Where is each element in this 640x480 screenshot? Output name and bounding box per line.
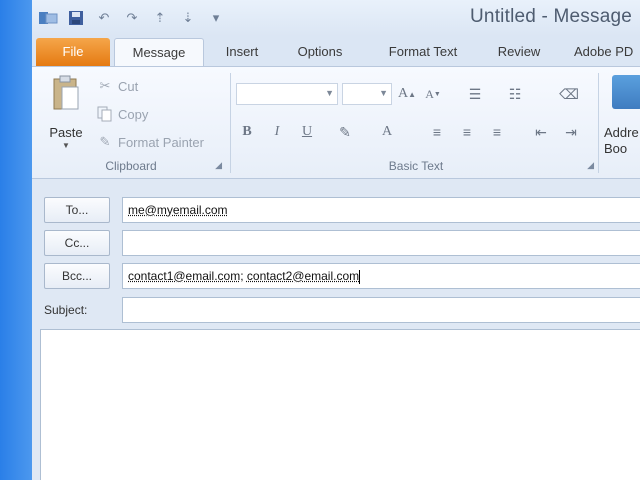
up-arrow-icon[interactable]: ⇡ — [148, 6, 172, 30]
quick-access-toolbar: ↶ ↷ ⇡ ⇣ ▾ — [36, 6, 228, 30]
font-color-icon[interactable]: A — [376, 121, 398, 143]
down-arrow-icon[interactable]: ⇣ — [176, 6, 200, 30]
redo-icon[interactable]: ↷ — [120, 6, 144, 30]
address-book-icon — [612, 75, 640, 109]
customize-toolbar-icon[interactable]: ▾ — [204, 6, 228, 30]
font-name-combo[interactable]: ▼ — [236, 83, 338, 105]
paste-icon — [53, 75, 79, 110]
address-book-label-line1: Addre — [604, 125, 639, 140]
cc-field[interactable] — [122, 230, 640, 256]
clipboard-group: Paste ▼ ✂ Cut Copy ✎ Format Painter Clip… — [36, 71, 226, 175]
tab-options[interactable]: Options — [288, 38, 352, 66]
highlight-icon[interactable]: ✎ — [334, 121, 356, 143]
chevron-down-icon: ▼ — [379, 88, 388, 98]
decrease-indent-icon[interactable]: ⇤ — [530, 121, 552, 143]
bcc-address-2[interactable]: contact2@email.com — [247, 269, 359, 283]
to-button[interactable]: To... — [44, 197, 110, 223]
outlook-app-icon[interactable] — [36, 6, 60, 30]
basic-text-dialog-launcher-icon[interactable]: ◢ — [587, 160, 594, 171]
group-divider — [598, 73, 599, 173]
tab-adobe-pdf[interactable]: Adobe PD — [574, 38, 640, 66]
window-title: Untitled - Message — [470, 6, 633, 27]
text-cursor — [359, 269, 361, 284]
format-painter-label: Format Painter — [118, 134, 204, 150]
save-icon[interactable] — [64, 6, 88, 30]
paintbrush-icon: ✎ — [99, 134, 111, 149]
chevron-down-icon: ▼ — [325, 88, 334, 98]
grow-font-icon[interactable]: A ▲ — [396, 83, 418, 105]
italic-icon[interactable]: I — [266, 121, 288, 143]
tab-file[interactable]: File — [36, 38, 110, 66]
title-bar: ↶ ↷ ⇡ ⇣ ▾ Untitled - Message — [32, 0, 640, 36]
message-window: ↶ ↷ ⇡ ⇣ ▾ Untitled - Message File Messag… — [32, 0, 640, 480]
copy-label: Copy — [118, 106, 149, 122]
address-book-label: Addre Boo — [604, 125, 640, 157]
font-size-combo[interactable]: ▼ — [342, 83, 392, 105]
align-right-icon[interactable]: ≡ — [486, 121, 508, 143]
clipboard-dialog-launcher-icon[interactable]: ◢ — [215, 160, 222, 171]
undo-icon[interactable]: ↶ — [92, 6, 116, 30]
tab-message[interactable]: Message — [114, 38, 204, 67]
subject-field[interactable] — [122, 297, 640, 323]
to-address[interactable]: me@myemail.com — [128, 203, 228, 217]
paste-button[interactable]: Paste ▼ — [44, 73, 88, 150]
clipboard-group-label: Clipboard — [105, 159, 157, 173]
paste-label: Paste — [49, 125, 83, 140]
message-body[interactable] — [40, 329, 640, 480]
copy-icon — [96, 105, 114, 123]
bcc-button[interactable]: Bcc... — [44, 263, 110, 289]
ribbon: Paste ▼ ✂ Cut Copy ✎ Format Painter Clip… — [32, 66, 640, 180]
align-center-icon[interactable]: ≡ — [456, 121, 478, 143]
tab-insert[interactable]: Insert — [216, 38, 268, 66]
align-left-icon[interactable]: ≡ — [426, 121, 448, 143]
bcc-field[interactable]: contact1@email.com; contact2@email.com — [122, 263, 640, 289]
underline-icon[interactable]: U — [296, 121, 318, 143]
cut-label: Cut — [118, 78, 139, 94]
bcc-separator: ; — [240, 269, 244, 283]
address-book-button[interactable]: Addre Boo — [602, 71, 640, 175]
to-field[interactable]: me@myemail.com — [122, 197, 640, 223]
increase-indent-icon[interactable]: ⇥ — [560, 121, 582, 143]
cc-button[interactable]: Cc... — [44, 230, 110, 256]
subject-label: Subject: — [44, 303, 88, 317]
bold-icon[interactable]: B — [236, 121, 258, 143]
basic-text-group-label: Basic Text — [388, 159, 444, 173]
cut-button[interactable]: ✂ Cut — [96, 75, 139, 97]
address-book-label-line2: Boo — [604, 141, 628, 156]
shrink-font-icon[interactable]: A ▼ — [422, 83, 444, 105]
group-divider — [230, 73, 231, 173]
tab-format-text[interactable]: Format Text — [380, 38, 466, 66]
clear-formatting-icon[interactable]: ⌫ — [558, 83, 580, 105]
bcc-address-1[interactable]: contact1@email.com — [128, 269, 240, 283]
paste-dropdown-icon[interactable]: ▼ — [44, 141, 88, 150]
basic-text-group: ▼ ▼ A ▲ A ▼ ☰ ☷ ⌫ B I U ✎ A ≡ ≡ ≡ ⇤ ⇥ Basi… — [234, 71, 598, 175]
scissors-icon: ✂ — [99, 78, 111, 93]
compose-area: To... me@myemail.com Cc... Bcc... contac… — [32, 178, 640, 480]
numbering-icon[interactable]: ☷ — [504, 83, 526, 105]
bullets-icon[interactable]: ☰ — [464, 83, 486, 105]
desktop-edge — [0, 0, 32, 480]
format-painter-button[interactable]: ✎ Format Painter — [96, 131, 204, 153]
tab-review[interactable]: Review — [490, 38, 548, 66]
copy-button[interactable]: Copy — [96, 103, 148, 125]
ribbon-tab-bar: File Message Insert Options Format Text … — [32, 36, 640, 67]
